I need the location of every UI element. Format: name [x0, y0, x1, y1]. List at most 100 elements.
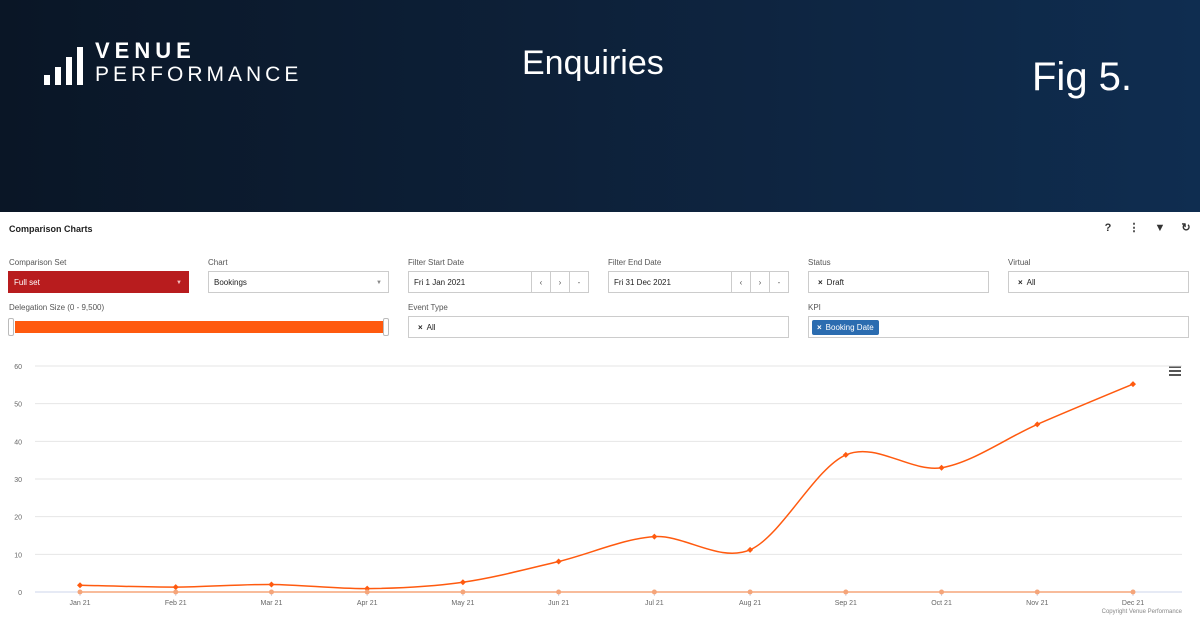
x-tick-label: Jun 21 [548, 600, 569, 607]
data-point[interactable] [651, 533, 658, 540]
event-type-tag: × All [418, 323, 436, 332]
data-point[interactable] [1034, 421, 1041, 428]
data-point[interactable] [555, 558, 562, 565]
slider-min-handle[interactable] [8, 318, 14, 336]
x-tick-label: Oct 21 [931, 600, 952, 607]
chevron-down-icon: ▼ [176, 280, 182, 286]
x-tick-label: Aug 21 [739, 600, 761, 607]
x-tick-label: Sep 21 [835, 600, 857, 607]
data-point[interactable] [1034, 589, 1040, 595]
virtual-multiselect[interactable]: × All [1008, 271, 1189, 293]
data-point[interactable] [460, 589, 466, 595]
venue-performance-logo: VENUE PERFORMANCE [44, 40, 302, 85]
data-point[interactable] [1130, 381, 1136, 388]
chart-label: Chart [208, 258, 228, 267]
y-tick-label: 40 [14, 439, 22, 446]
remove-tag-icon[interactable]: × [817, 323, 822, 332]
end-date-prev-button[interactable]: ‹ [731, 272, 750, 292]
kpi-multiselect[interactable]: × Booking Date [808, 316, 1189, 338]
banner-title: Enquiries [522, 44, 664, 82]
data-point[interactable] [172, 584, 179, 591]
x-tick-label: Feb 21 [165, 600, 187, 607]
end-date-label: Filter End Date [608, 258, 662, 267]
delegation-size-label: Delegation Size (0 - 9,500) [9, 303, 105, 312]
logo-line2: PERFORMANCE [95, 63, 303, 86]
data-point[interactable] [938, 464, 945, 471]
virtual-tag: × All [1018, 278, 1036, 287]
data-point[interactable] [459, 579, 466, 586]
help-icon[interactable]: ? [1102, 222, 1114, 234]
data-point[interactable] [939, 589, 945, 595]
x-tick-label: Dec 21 [1122, 600, 1144, 607]
end-date-next-button[interactable]: › [750, 272, 769, 292]
data-point[interactable] [651, 589, 657, 595]
data-point[interactable] [747, 546, 754, 553]
comparison-set-label: Comparison Set [9, 258, 67, 267]
status-tag: × Draft [818, 278, 844, 287]
kpi-tag-label: Booking Date [825, 322, 874, 332]
chevron-down-icon: ▼ [376, 280, 382, 286]
virtual-tag-label: All [1026, 277, 1036, 287]
comparison-set-select[interactable]: Full set ▼ [8, 271, 189, 293]
remove-tag-icon[interactable]: × [418, 323, 423, 332]
chart-select[interactable]: Bookings ▼ [208, 271, 389, 293]
x-tick-label: Jul 21 [645, 600, 664, 607]
y-tick-label: 30 [14, 477, 22, 484]
enquiries-line-chart: 0 10 20 30 40 50 60 Jan 21 Feb 21 Mar 21 Apr 21 Ma… [14, 364, 1183, 615]
end-date-clear-button[interactable]: - [769, 272, 788, 292]
header-banner: VENUE PERFORMANCE Enquiries Fig 5. [0, 0, 1200, 212]
data-point[interactable] [364, 589, 370, 595]
data-point[interactable] [268, 581, 275, 588]
panel-toolbar: ? ⋮ ▼ ↻ [1102, 222, 1192, 234]
data-point[interactable] [77, 589, 83, 595]
refresh-icon[interactable]: ↻ [1180, 222, 1192, 234]
y-tick-label: 0 [18, 590, 22, 597]
remove-tag-icon[interactable]: × [818, 278, 823, 287]
x-tick-label: May 21 [451, 600, 474, 607]
data-point[interactable] [747, 589, 753, 595]
logo-bars-icon [44, 45, 83, 85]
more-options-icon[interactable]: ⋮ [1128, 222, 1140, 234]
panel-title: Comparison Charts [9, 224, 93, 234]
data-point[interactable] [843, 589, 849, 595]
chart-value: Bookings [214, 277, 247, 287]
data-point[interactable] [268, 589, 274, 595]
kpi-tag: × Booking Date [812, 319, 879, 335]
status-label: Status [808, 258, 831, 267]
virtual-label: Virtual [1008, 258, 1031, 267]
event-type-multiselect[interactable]: × All [408, 316, 789, 338]
end-date-value: Fri 31 Dec 2021 [614, 277, 671, 287]
status-tag-label: Draft [826, 277, 845, 287]
remove-tag-icon[interactable]: × [1018, 278, 1023, 287]
x-tick-label: Jan 21 [69, 600, 90, 607]
start-date-prev-button[interactable]: ‹ [531, 272, 550, 292]
filter-icon[interactable]: ▼ [1154, 222, 1166, 234]
event-type-tag-label: All [426, 322, 436, 332]
slider-max-handle[interactable] [383, 318, 389, 336]
start-date-next-button[interactable]: › [550, 272, 569, 292]
start-date-value: Fri 1 Jan 2021 [414, 277, 466, 287]
end-date-field[interactable]: Fri 31 Dec 2021 ‹ › - [608, 271, 789, 293]
x-tick-label: Nov 21 [1026, 600, 1048, 607]
start-date-field[interactable]: Fri 1 Jan 2021 ‹ › - [408, 271, 589, 293]
copyright-credit: Copyright Venue Performance [1102, 609, 1183, 615]
y-tick-label: 20 [14, 515, 22, 522]
data-point[interactable] [1130, 589, 1136, 595]
series-line-1 [79, 383, 1134, 590]
y-tick-label: 10 [14, 552, 22, 559]
kpi-label: KPI [808, 303, 821, 312]
x-tick-label: Mar 21 [261, 600, 283, 607]
start-date-label: Filter Start Date [408, 258, 465, 267]
status-multiselect[interactable]: × Draft [808, 271, 989, 293]
x-tick-label: Apr 21 [357, 600, 378, 607]
logo-line1: VENUE [95, 38, 196, 63]
start-date-clear-button[interactable]: - [569, 272, 588, 292]
comparison-set-value: Full set [14, 277, 40, 287]
delegation-size-slider[interactable] [15, 321, 383, 333]
data-point[interactable] [173, 589, 179, 595]
data-point[interactable] [842, 451, 849, 458]
y-tick-label: 50 [14, 402, 22, 409]
data-point[interactable] [77, 582, 83, 589]
data-point[interactable] [556, 589, 562, 595]
y-tick-label: 60 [14, 364, 22, 371]
